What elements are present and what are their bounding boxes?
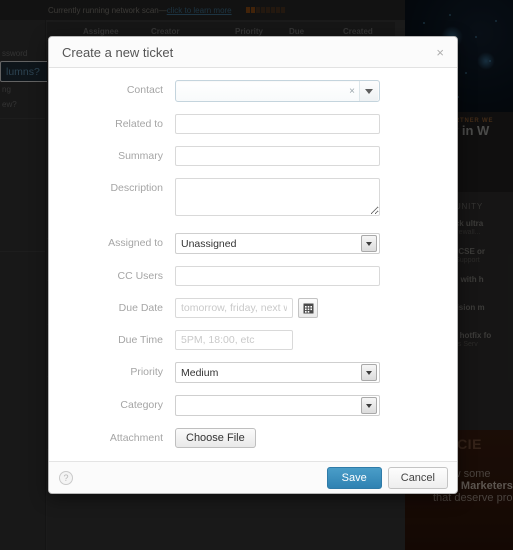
field-row-priority: Priority Medium: [49, 362, 457, 383]
field-row-due-time: Due Time: [49, 330, 457, 350]
column-header-priority[interactable]: Priority: [235, 27, 263, 36]
field-row-category: Category: [49, 395, 457, 416]
label-description: Description: [110, 182, 163, 194]
contact-dropdown-toggle[interactable]: [359, 81, 378, 101]
save-button[interactable]: Save: [326, 466, 382, 489]
label-due-time: Due Time: [118, 334, 163, 346]
column-header-due[interactable]: Due: [289, 27, 304, 36]
contact-input[interactable]: [176, 81, 345, 101]
cc-users-input[interactable]: [175, 266, 380, 286]
assigned-to-select[interactable]: Unassigned: [175, 233, 380, 254]
scan-notification-text: Currently running network scan—click to …: [48, 5, 232, 15]
sidebar-item-0[interactable]: ssword: [0, 46, 45, 61]
sidebar-divider-2: [0, 251, 45, 252]
field-row-contact: Contact ×: [49, 80, 457, 102]
choose-file-button[interactable]: Choose File: [175, 428, 256, 448]
field-row-summary: Summary: [49, 146, 457, 166]
label-due-date: Due Date: [118, 302, 163, 314]
sidebar-item-3[interactable]: ew?: [0, 97, 45, 112]
chevron-down-icon: [365, 88, 373, 94]
field-row-assigned-to: Assigned to Unassigned: [49, 233, 457, 254]
label-priority: Priority: [130, 366, 163, 378]
sidebar-item-2[interactable]: ng: [0, 82, 45, 97]
modal-header: Create a new ticket ×: [49, 37, 457, 68]
summary-input[interactable]: [175, 146, 380, 166]
description-textarea[interactable]: [175, 178, 380, 216]
related-to-input[interactable]: [175, 114, 380, 134]
modal-footer: ? Save Cancel: [49, 461, 457, 493]
label-summary: Summary: [118, 150, 163, 162]
assigned-to-dropdown-toggle[interactable]: [361, 235, 377, 252]
priority-select[interactable]: Medium: [175, 362, 380, 383]
due-time-input[interactable]: [175, 330, 293, 350]
modal-body: Contact × Related to Summary Description…: [49, 68, 457, 461]
scan-progress-dots: [245, 7, 285, 13]
help-icon[interactable]: ?: [59, 470, 73, 485]
label-category: Category: [120, 399, 163, 411]
calendar-icon[interactable]: [298, 298, 318, 318]
label-cc-users: CC Users: [117, 270, 163, 282]
label-related-to: Related to: [115, 118, 163, 130]
column-header-created[interactable]: Created: [343, 27, 373, 36]
chevron-down-icon: [366, 403, 372, 408]
close-icon[interactable]: ×: [433, 44, 447, 61]
create-ticket-modal: Create a new ticket × Contact × Related …: [48, 36, 458, 494]
category-select[interactable]: [175, 395, 380, 416]
footer-buttons: Save Cancel: [326, 466, 448, 489]
column-header-assignee[interactable]: Assignee: [83, 27, 119, 36]
label-contact: Contact: [126, 84, 163, 96]
priority-value: Medium: [181, 366, 219, 379]
scan-learn-more-link[interactable]: click to learn more: [167, 6, 232, 15]
background-sidebar: ssword lumns? ng ew?: [0, 20, 205, 550]
field-row-cc-users: CC Users: [49, 266, 457, 286]
sidebar-divider: [0, 118, 45, 119]
contact-select2[interactable]: ×: [175, 80, 380, 102]
assigned-to-value: Unassigned: [181, 237, 237, 250]
field-row-description: Description: [49, 178, 457, 221]
category-dropdown-toggle[interactable]: [361, 397, 377, 414]
clear-icon[interactable]: ×: [345, 86, 359, 97]
field-row-attachment: Attachment Choose File: [49, 428, 457, 448]
label-attachment: Attachment: [109, 432, 163, 444]
priority-dropdown-toggle[interactable]: [361, 364, 377, 381]
chevron-down-icon: [366, 241, 372, 246]
due-date-input[interactable]: [175, 298, 293, 318]
column-header-creator[interactable]: Creator: [151, 27, 179, 36]
field-row-related-to: Related to: [49, 114, 457, 134]
modal-title: Create a new ticket: [62, 44, 174, 60]
cancel-button[interactable]: Cancel: [387, 466, 448, 489]
label-assigned-to: Assigned to: [108, 237, 163, 249]
chevron-down-icon: [366, 370, 372, 375]
field-row-due-date: Due Date: [49, 298, 457, 318]
